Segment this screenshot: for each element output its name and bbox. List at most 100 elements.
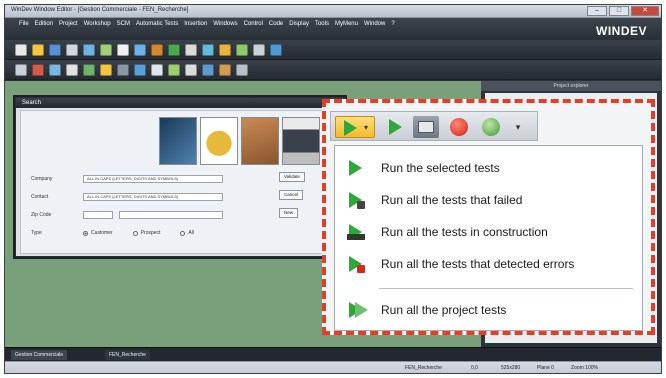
tab-gestion-commerciale[interactable]: Gestion Commerciale [11,350,68,360]
combo-icon[interactable] [151,64,163,76]
open-icon[interactable] [32,44,44,56]
maximize-button[interactable]: □ [609,6,629,16]
menu-project[interactable]: Project [59,21,78,27]
radio-prospect[interactable]: Prospect [132,230,160,236]
close-button[interactable]: ✕ [631,6,659,16]
list-icon[interactable] [134,64,146,76]
chart-icon[interactable] [219,64,231,76]
menu-item-run-selected-tests[interactable]: Run the selected tests [335,154,642,182]
grid-icon[interactable] [202,44,214,56]
main-toolbar [5,40,661,60]
tab-icon[interactable] [202,64,214,76]
stop-test-button[interactable] [447,116,471,138]
screen-icon [418,121,434,133]
validate-button[interactable]: Validate [279,172,305,182]
run-test-button[interactable] [383,116,407,138]
menu-item-run-failed-tests[interactable]: Run all the tests that failed [335,186,642,214]
image-icon[interactable] [100,64,112,76]
menu-help[interactable]: ? [391,21,394,27]
cut-icon[interactable] [83,44,95,56]
window-icon[interactable] [15,64,27,76]
search-window[interactable]: Search Company ALL IN CAPS (LETTERS, DIG… [15,97,345,257]
run-tests-dropdown-button[interactable]: ▾ [335,116,375,138]
status-zoom: Zoom 100% [571,365,598,371]
stop-icon[interactable] [32,64,44,76]
redo-icon[interactable] [151,44,163,56]
contact-field[interactable]: ALL IN CAPS (LETTERS, DIGITS AND SYMBOLS… [83,193,223,201]
align-icon[interactable] [219,44,231,56]
menu-item-run-construction-tests[interactable]: Run all the tests in construction [335,218,642,246]
bug-icon [482,118,500,136]
menu-window[interactable]: Window [364,21,385,27]
radio-icon[interactable] [185,64,197,76]
radio-customer[interactable]: Customer [83,230,113,236]
test-manager-button[interactable] [479,116,505,138]
laptop-image [282,117,320,165]
cancel-button[interactable]: Cancel [279,190,304,200]
menu-control[interactable]: Control [244,21,263,27]
help-icon[interactable] [270,44,282,56]
menu-item-run-project-tests[interactable]: Run all the project tests [335,296,642,324]
menu-item-label: Run all the tests that detected errors [381,257,575,271]
menu-mymenu[interactable]: MyMenu [335,21,358,27]
play-project-icon [347,302,368,318]
menu-separator [379,288,633,289]
debug-icon[interactable] [253,44,265,56]
check-icon[interactable] [168,64,180,76]
radio-customer-label: Customer [91,230,113,236]
new-button[interactable]: New [279,208,299,218]
status-size: 525x280 [501,365,521,371]
document-tabs: Gestion Commerciale FEN_Recherche [5,347,661,361]
title-bar: WinDev Window Editor - [Gestion Commerci… [5,5,661,18]
play-failed-icon [347,192,365,209]
edit-icon[interactable] [49,64,61,76]
chevron-down-icon: ▾ [364,123,369,132]
save-icon[interactable] [49,44,61,56]
search-window-title: Search [16,98,344,108]
company-field[interactable]: ALL IN CAPS (LETTERS, DIGITS AND SYMBOLS… [83,175,223,183]
record-scenario-button[interactable] [413,116,439,138]
wood-image [241,117,279,165]
menu-edition[interactable]: Edition [35,21,53,27]
tab-fen-recherche[interactable]: FEN_Recherche [105,350,150,360]
menu-item-label: Run all the tests in construction [381,225,548,239]
play-icon [347,160,363,176]
text-icon[interactable] [66,64,78,76]
lock-image [200,117,238,165]
print-icon[interactable] [66,44,78,56]
window-title: WinDev Window Editor - [Gestion Commerci… [11,7,189,13]
minimize-button[interactable]: – [587,6,607,16]
menu-automatic-tests[interactable]: Automatic Tests [136,21,178,27]
play-icon [344,120,357,136]
go-icon[interactable] [168,44,180,56]
status-coords: 0,0 [471,365,478,371]
menu-windows[interactable]: Windows [213,21,237,27]
menu-insertion[interactable]: Insertion [184,21,207,27]
more-icon[interactable]: ▾ [511,116,525,138]
menu-item-run-error-tests[interactable]: Run all the tests that detected errors [335,250,642,278]
table-icon[interactable] [117,64,129,76]
windev-logo: WINDEV [596,24,647,38]
zoom-icon[interactable] [185,44,197,56]
play-errors-icon [347,256,365,273]
menu-item-label: Run all the tests that failed [381,193,523,207]
menu-file[interactable]: File [19,21,29,27]
menu-code[interactable]: Code [269,21,283,27]
test-icon[interactable] [236,44,248,56]
paste-icon[interactable] [117,44,129,56]
undo-icon[interactable] [134,44,146,56]
button-icon[interactable] [83,64,95,76]
product-thumbnails [159,117,320,165]
menu-workshop[interactable]: Workshop [84,21,111,27]
radio-all[interactable]: All [180,230,194,236]
tests-toolbar: ▾ ▾ [330,111,538,141]
zip-field[interactable] [83,211,113,219]
copy-icon[interactable] [100,44,112,56]
city-field[interactable] [119,211,223,219]
new-icon[interactable] [15,44,27,56]
menu-tools[interactable]: Tools [315,21,329,27]
menu-display[interactable]: Display [289,21,309,27]
menu-scm[interactable]: SCM [117,21,130,27]
shape-icon[interactable] [236,64,248,76]
menu-bar: File Edition Project Workshop SCM Automa… [5,18,661,40]
